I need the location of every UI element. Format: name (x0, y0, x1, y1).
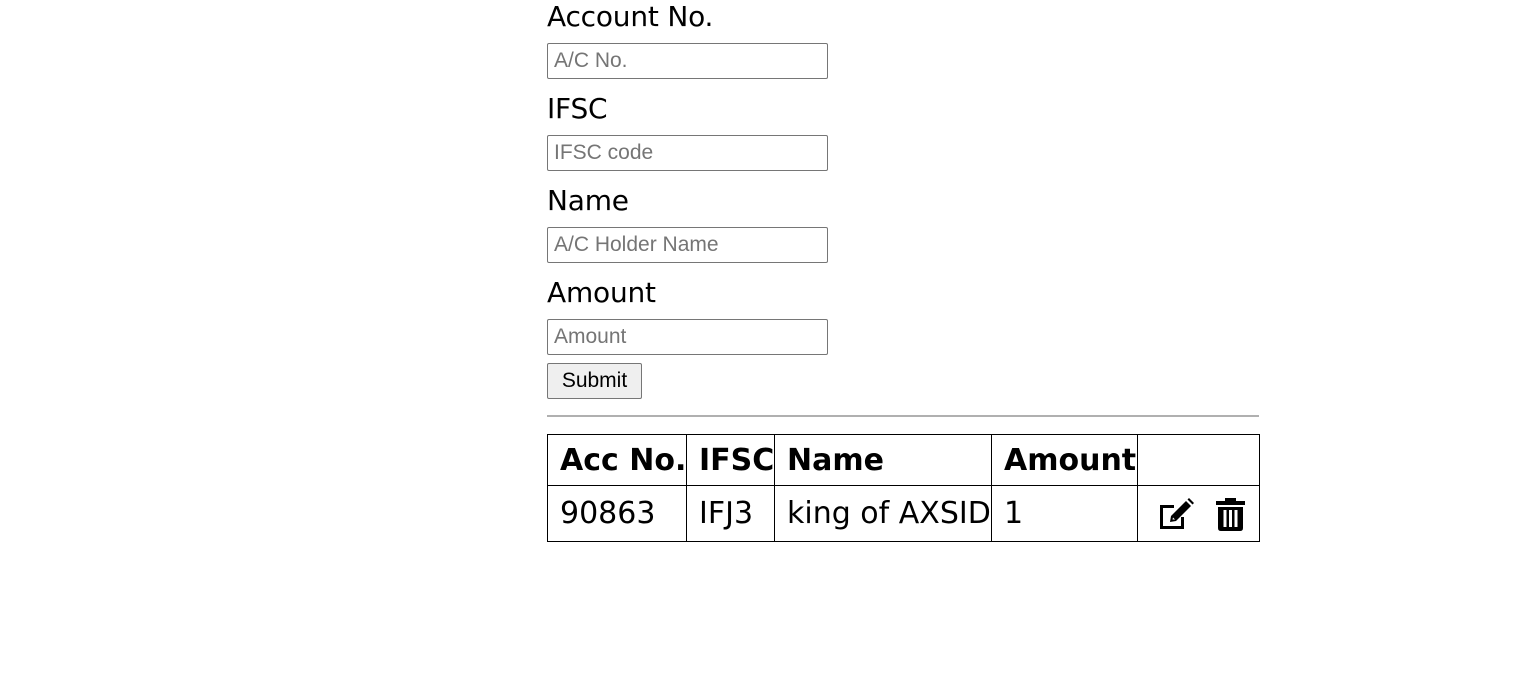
accounts-table: Acc No. IFSC Name Amount 90863 IFJ3 king… (547, 434, 1260, 542)
header-actions (1137, 434, 1260, 486)
header-amount: Amount (991, 434, 1138, 486)
table-header-row: Acc No. IFSC Name Amount (547, 434, 1260, 486)
name-label: Name (547, 184, 629, 217)
submit-button[interactable]: Submit (547, 363, 642, 399)
account-form: Account No. IFSC Name Amount Submit (547, 0, 1259, 399)
cell-acc-no: 90863 (547, 485, 687, 542)
divider (547, 415, 1259, 417)
name-input[interactable] (547, 227, 828, 263)
header-acc-no: Acc No. (547, 434, 687, 486)
amount-label: Amount (547, 276, 656, 309)
cell-ifsc: IFJ3 (686, 485, 775, 542)
edit-icon[interactable] (1157, 498, 1194, 531)
account-form-page: Account No. IFSC Name Amount Submit Acc … (547, 0, 1260, 542)
amount-input[interactable] (547, 319, 828, 355)
trash-icon[interactable] (1215, 498, 1245, 531)
header-name: Name (774, 434, 992, 486)
header-ifsc: IFSC (686, 434, 775, 486)
ifsc-input[interactable] (547, 135, 828, 171)
table-row: 90863 IFJ3 king of AXSID 1 (547, 485, 1260, 542)
account-no-label: Account No. (547, 0, 714, 33)
ifsc-label: IFSC (547, 92, 608, 125)
cell-actions (1137, 485, 1260, 542)
account-no-input[interactable] (547, 43, 828, 79)
cell-name: king of AXSID (774, 485, 992, 542)
cell-amount: 1 (991, 485, 1138, 542)
